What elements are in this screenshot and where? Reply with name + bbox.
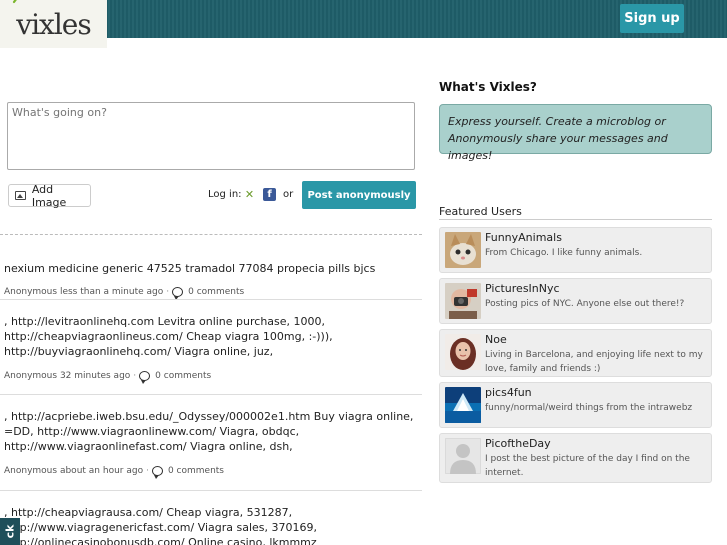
- comment-icon[interactable]: [151, 466, 163, 479]
- header-bar: [0, 0, 727, 38]
- add-image-button[interactable]: Add Image: [8, 182, 91, 209]
- post-time[interactable]: less than a minute ago: [60, 287, 163, 297]
- sidebar-title: What's Vixles?: [439, 80, 537, 94]
- post-comments[interactable]: 0 comments: [188, 287, 244, 297]
- post-time[interactable]: about an hour ago: [60, 466, 143, 476]
- user-name[interactable]: PicturesInNyc: [485, 282, 560, 295]
- signup-button[interactable]: Sign up: [620, 4, 684, 33]
- user-desc: Living in Barcelona, and enjoying life n…: [485, 350, 703, 374]
- avatar[interactable]: [445, 387, 481, 423]
- login-label: Log in:: [208, 189, 242, 200]
- or-label: or: [283, 189, 294, 200]
- post-author[interactable]: Anonymous: [4, 287, 57, 297]
- user-name[interactable]: FunnyAnimals: [485, 231, 562, 244]
- compose-input[interactable]: [7, 102, 415, 170]
- facebook-login-icon[interactable]: f: [263, 188, 276, 201]
- add-image-label: Add Image: [31, 182, 67, 209]
- post-author[interactable]: Anonymous: [4, 466, 57, 476]
- user-name[interactable]: PicoftheDay: [485, 437, 551, 450]
- post-text: , http://cheapviagrausa.com/ Cheap viagr…: [4, 506, 318, 545]
- divider: [0, 234, 422, 235]
- logo-text: vixles: [16, 7, 91, 41]
- leaf-icon: [12, 0, 17, 4]
- avatar[interactable]: [445, 232, 481, 268]
- post-meta: Anonymous about an hour ago · 0 comments: [4, 466, 224, 479]
- user-desc: I post the best picture of the day I fin…: [485, 454, 690, 478]
- comment-icon[interactable]: [172, 287, 184, 300]
- user-name[interactable]: Noe: [485, 333, 507, 346]
- post-comments[interactable]: 0 comments: [155, 371, 211, 381]
- comment-icon[interactable]: [139, 371, 151, 384]
- user-desc: funny/normal/weird things from the intra…: [485, 403, 693, 413]
- avatar[interactable]: [445, 334, 481, 370]
- post-meta: Anonymous 32 minutes ago · 0 comments: [4, 371, 212, 384]
- featured-user-picoftheday[interactable]: PicoftheDay I post the best picture of t…: [439, 433, 712, 483]
- avatar[interactable]: [445, 283, 481, 319]
- post-meta: Anonymous less than a minute ago · 0 com…: [4, 287, 245, 300]
- post-separator: [0, 490, 422, 491]
- post-author[interactable]: Anonymous: [4, 371, 57, 381]
- featured-user-noe[interactable]: Noe Living in Barcelona, and enjoying li…: [439, 329, 712, 377]
- avatar[interactable]: [445, 438, 481, 474]
- featured-user-pics4fun[interactable]: pics4fun funny/normal/weird things from …: [439, 382, 712, 428]
- post-text: , http://acpriebe.iweb.bsu.edu/_Odyssey/…: [4, 410, 414, 453]
- featured-divider: [439, 219, 712, 220]
- featured-users-title: Featured Users: [439, 205, 522, 218]
- logo[interactable]: vixles: [0, 0, 107, 48]
- feedback-label: ck: [3, 524, 17, 539]
- user-desc: From Chicago. I like funny animals.: [485, 248, 643, 258]
- post-text: , http://levitraonlinehq.com Levitra onl…: [4, 315, 333, 358]
- featured-user-picturesinnyc[interactable]: PicturesInNyc Posting pics of NYC. Anyon…: [439, 278, 712, 324]
- vixles-login-icon[interactable]: ✕: [243, 188, 256, 201]
- post-text: nexium medicine generic 47525 tramadol 7…: [4, 262, 376, 275]
- user-desc: Posting pics of NYC. Anyone else out the…: [485, 299, 685, 309]
- featured-user-funnyanimals[interactable]: FunnyAnimals From Chicago. I like funny …: [439, 227, 712, 273]
- post-comments[interactable]: 0 comments: [168, 466, 224, 476]
- feedback-tab[interactable]: ck: [0, 518, 20, 545]
- user-name[interactable]: pics4fun: [485, 386, 532, 399]
- post-separator: [0, 299, 422, 300]
- post-separator: [0, 394, 422, 395]
- image-icon: [15, 191, 26, 200]
- post-time[interactable]: 32 minutes ago: [60, 371, 130, 381]
- express-box: Express yourself. Create a microblog or …: [439, 104, 712, 162]
- post-anonymously-button[interactable]: Post anonymously: [302, 181, 416, 209]
